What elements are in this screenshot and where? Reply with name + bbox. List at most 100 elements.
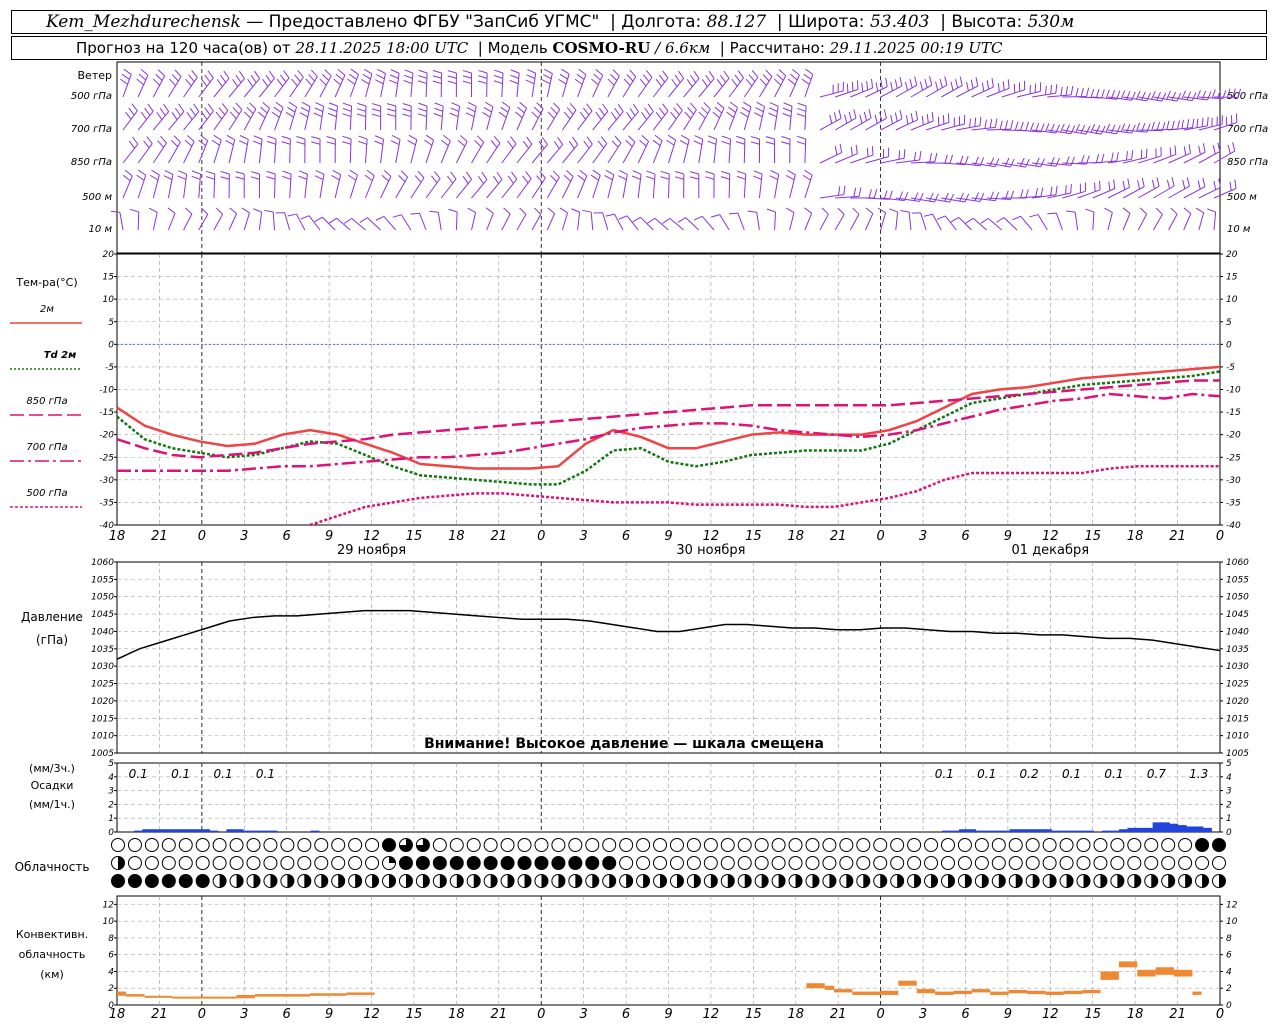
cloud-symbol-fill [304,874,311,888]
wind-barb-flag [467,207,476,213]
wind-barb [1085,208,1095,231]
cloud-symbol [602,874,617,888]
conv-bar [833,989,853,993]
wind-barb-flag [121,73,130,80]
cloud-symbol-circle [1076,838,1091,852]
wind-barb-flag [1234,179,1237,189]
wind-barb-flag [357,108,366,112]
wind-barb-staff [654,217,669,231]
cloud-symbol-circle [619,838,634,852]
wind-barb-staff [637,174,642,199]
wind-barb-staff [592,143,608,164]
cloud-symbol [1059,874,1074,888]
cloud-symbol [280,838,295,852]
conv-bar [824,985,834,990]
wind-barb-flag [1055,157,1060,167]
wind-barb [467,207,477,231]
cloud-symbol-fill [710,874,718,888]
wind-barb-flag [1070,85,1074,95]
wind-barb-flag [632,216,641,223]
wind-barb-flag [950,81,954,91]
wind-barb-flag [582,209,592,213]
wind-barb [478,69,488,98]
wind-barb [361,68,373,98]
temp-legend-label: 500 гПа [26,488,67,499]
wind-barb-staff [152,142,167,164]
wind-barb-staff [168,111,185,131]
wind-barb-staff [455,179,472,199]
precip-3h-label: 1.3 [1189,767,1208,781]
wind-barb-flag [253,135,263,140]
wind-barb-staff [819,90,844,98]
wind-barb-flag [328,102,338,107]
cloud-symbol-circle [348,838,363,852]
cloud-symbol-circle [754,838,769,852]
cloud-symbol [890,874,905,888]
conv-bar [1082,989,1101,994]
cloud-symbol [212,838,227,852]
cloud-symbol-fill [162,874,176,888]
cloud-symbol-circle [297,838,312,852]
wind-barb-flag [759,78,767,86]
wind-barb-flag [1176,92,1182,102]
conv-xtick-label: 9 [325,1007,333,1022]
cloud-symbol [602,838,617,852]
wind-barb-flag [539,170,546,179]
cloud-symbol [517,874,532,888]
temp-xtick-label: 21 [830,529,847,544]
wind-barb [607,69,620,98]
cloud-symbol-circle [890,838,905,852]
wind-barb [198,134,209,164]
pressure-ytick-label-right: 1040 [1226,627,1249,637]
wind-barb [721,135,732,164]
wind-barb-flag [457,139,466,147]
precip-title-top: (мм/3ч.) [29,762,75,775]
wind-barb [647,217,669,231]
wind-barb-flag [874,114,878,124]
wind-barb-staff [501,143,517,164]
wind-barb [482,101,494,131]
wind-barb-staff [167,213,176,231]
wind-barb-flag [434,171,441,179]
wind-barb-flag [185,78,192,87]
wind-barb-flag [408,134,418,141]
wind-barb [707,135,718,164]
wind-barb [137,103,154,131]
cloud-symbol [178,856,193,870]
wind-barb-flag [287,213,297,217]
wind-barb [880,149,906,164]
wind-barb-flag [614,107,621,116]
wind-barb-flag [424,139,433,146]
wind-barb-flag [281,141,291,145]
wind-barb-staff [637,141,650,164]
conv-xtick-label: 9 [1004,1007,1012,1022]
wind-barb-flag [748,74,756,82]
wind-barb-flag [493,80,503,85]
cloud-symbol-fill [778,874,786,888]
wind-barb [289,70,304,98]
precip-3h-label: 0.7 [1147,767,1166,781]
wind-barb-staff [243,78,260,98]
wind-barb-flag [246,106,254,114]
wind-barb-flag [171,112,178,120]
wind-barb-flag [359,217,368,223]
wind-barb [850,146,874,164]
wind-barb [136,68,149,98]
wind-barb-flag [662,103,669,112]
cloud-symbol [280,874,295,888]
temp-xtick-label: 6 [622,529,630,544]
cloud-symbol [619,838,634,852]
wind-barb-flag [1139,207,1148,215]
wind-barb-flag [919,81,924,91]
cloud-symbol [144,856,159,870]
wind-barb [865,77,888,98]
cloud-symbol-fill [118,856,125,870]
wind-barb [895,76,918,98]
wind-barb-staff [122,143,139,164]
wind-barb-flag [803,73,812,80]
wind-barb-flag [1007,79,1010,89]
wind-barb-flag [751,70,759,78]
wind-level-label: 700 гПа [71,124,112,135]
wind-barb-flag [149,174,159,181]
wind-barb-staff [258,108,270,131]
